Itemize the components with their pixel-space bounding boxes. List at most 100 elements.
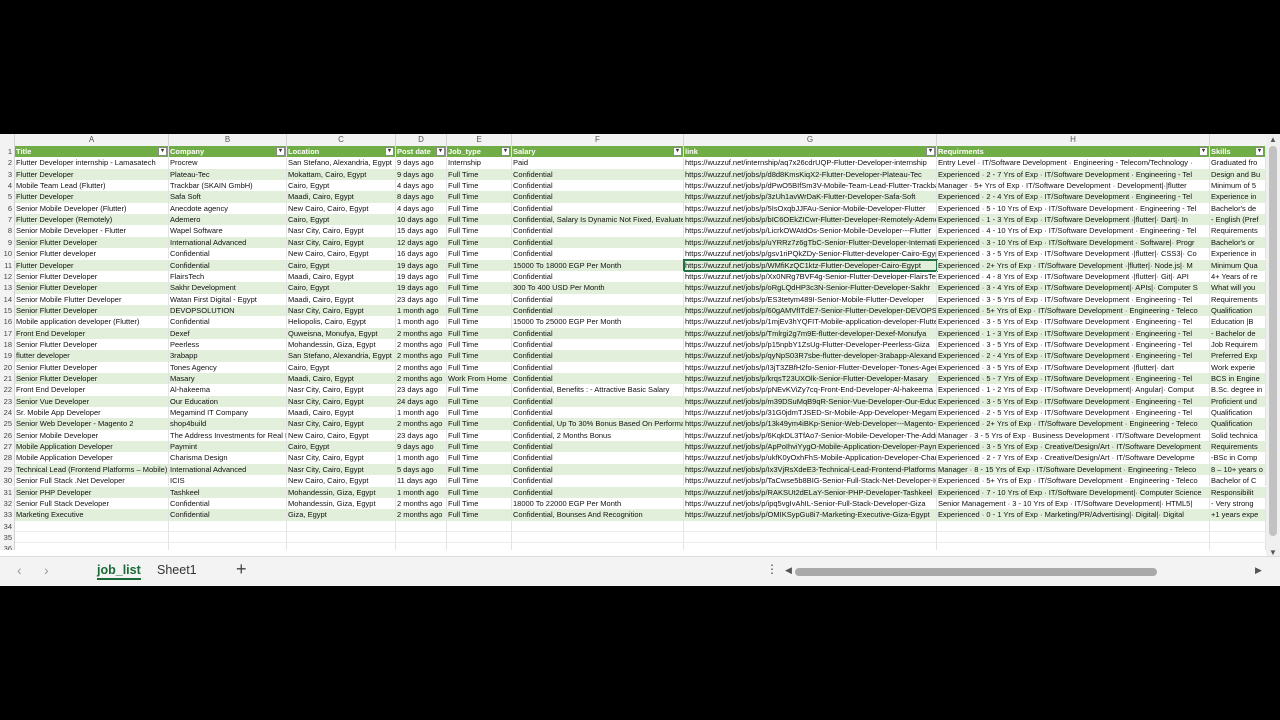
table-cell[interactable]: https://wuzzuf.net/jobs/p/6KqkDL3TfAo7-S… (684, 429, 937, 442)
table-cell[interactable]: Full Time (447, 463, 512, 476)
column-header-cell[interactable]: Post date ▾ (396, 146, 447, 158)
table-cell[interactable]: 19 days ago (396, 282, 447, 294)
table-cell[interactable]: 4+ Years of re (1210, 270, 1266, 283)
table-cell[interactable]: What will you (1210, 282, 1266, 294)
table-cell[interactable]: Senior Flutter Developer (15, 373, 169, 385)
table-cell[interactable]: Confidential (169, 316, 287, 328)
table-cell[interactable]: 18000 To 22000 EGP Per Month (512, 497, 684, 510)
table-cell[interactable]: New Cairo, Cairo, Egypt (287, 429, 396, 442)
table-cell[interactable]: Confidential (512, 202, 684, 215)
table-cell[interactable]: 2 months ago (396, 338, 447, 351)
table-cell[interactable]: Full Time (447, 452, 512, 464)
table-cell[interactable]: Experienced · 4 - 8 Yrs of Exp · IT/Soft… (937, 270, 1210, 283)
table-cell[interactable]: Cairo, Egypt (287, 259, 396, 271)
table-cell[interactable]: Confidential (169, 248, 287, 260)
table-cell[interactable]: Full Time (447, 191, 512, 203)
add-sheet-icon[interactable]: + (236, 559, 247, 580)
table-cell[interactable]: Confidential, Salary Is Dynamic Not Fixe… (512, 214, 684, 226)
table-cell[interactable]: 5 days ago (396, 463, 447, 476)
table-cell[interactable]: Experienced · 3 - 10 Yrs of Exp · IT/Sof… (937, 236, 1210, 249)
table-cell[interactable]: Solid technica (1210, 429, 1266, 442)
table-cell[interactable]: +1 years expe (1210, 509, 1266, 521)
table-cell[interactable]: https://wuzzuf.net/internship/aq7x26cdrU… (684, 157, 937, 169)
table-cell[interactable]: Procrew (169, 157, 287, 169)
table-cell[interactable]: Full Time (447, 497, 512, 510)
table-cell[interactable]: Confidential (512, 463, 684, 476)
table-cell[interactable]: Sr. Mobile App Developer (15, 407, 169, 419)
table-cell[interactable]: 300 To 400 USD Per Month (512, 282, 684, 294)
table-cell[interactable]: Experienced · 2 - 4 Yrs of Exp · IT/Soft… (937, 191, 1210, 203)
table-cell[interactable]: Senior Mobile Developer (Flutter) (15, 202, 169, 215)
table-cell[interactable]: Mohandessin, Giza, Egypt (287, 497, 396, 510)
table-cell[interactable]: Full Time (447, 316, 512, 328)
table-cell[interactable]: Maadi, Cairo, Egypt (287, 270, 396, 283)
table-cell[interactable]: flutter developer (15, 350, 169, 362)
table-cell[interactable] (937, 543, 1210, 550)
table-cell[interactable]: 2 months ago (396, 418, 447, 430)
table-cell[interactable]: International Advanced (169, 463, 287, 476)
table-cell[interactable]: Full Time (447, 293, 512, 305)
table-cell[interactable]: Experience in (1210, 248, 1266, 260)
table-cell[interactable]: Experienced · 1 - 3 Yrs of Exp · IT/Soft… (937, 327, 1210, 339)
table-cell[interactable]: 8 days ago (396, 191, 447, 203)
table-cell[interactable]: Senior Management · 3 - 10 Yrs of Exp · … (937, 497, 1210, 510)
table-cell[interactable]: Front End Developer (15, 384, 169, 396)
table-cell[interactable]: -BSc in Comp (1210, 452, 1266, 464)
table-cell[interactable]: Preferred Exp (1210, 350, 1266, 362)
table-cell[interactable]: Work experie (1210, 361, 1266, 373)
row-number[interactable]: 1 (0, 146, 15, 158)
table-cell[interactable]: 1 month ago (396, 316, 447, 328)
table-cell[interactable]: Confidential (512, 180, 684, 192)
row-number[interactable]: 19 (0, 350, 15, 362)
table-cell[interactable]: Full Time (447, 407, 512, 419)
table-cell[interactable] (1210, 543, 1266, 550)
table-cell[interactable]: 1 month ago (396, 407, 447, 419)
table-cell[interactable] (512, 543, 684, 550)
table-cell[interactable]: https://wuzzuf.net/jobs/p/ipq5vgIvAhIL-S… (684, 497, 937, 510)
table-cell[interactable]: Dexef (169, 327, 287, 339)
table-cell[interactable]: San Stefano, Alexandria, Egypt (287, 157, 396, 169)
table-cell[interactable]: Full Time (447, 384, 512, 396)
table-cell[interactable]: Confidential (169, 497, 287, 510)
table-cell[interactable]: Experienced · 5 - 7 Yrs of Exp · IT/Soft… (937, 373, 1210, 385)
row-number[interactable]: 7 (0, 214, 15, 226)
row-number[interactable]: 16 (0, 316, 15, 328)
table-cell[interactable]: https://wuzzuf.net/jobs/p/I3jT3ZBfH2fo-S… (684, 361, 937, 373)
table-cell[interactable]: Experienced · 2 - 7 Yrs of Exp · IT/Soft… (937, 168, 1210, 181)
row-number[interactable]: 11 (0, 259, 15, 271)
table-cell[interactable]: Maadi, Cairo, Egypt (287, 191, 396, 203)
table-cell[interactable]: Full Time (447, 429, 512, 442)
table-cell[interactable]: Full Time (447, 282, 512, 294)
table-cell[interactable]: Confidential (512, 168, 684, 181)
row-number[interactable]: 18 (0, 338, 15, 351)
table-cell[interactable]: Paid (512, 157, 684, 169)
table-cell[interactable]: Confidential (512, 225, 684, 237)
table-cell[interactable]: Experienced · 3 - 5 Yrs of Exp · IT/Soft… (937, 316, 1210, 328)
table-cell[interactable]: DEVOPSOLUTION (169, 304, 287, 317)
table-cell[interactable]: Full Time (447, 338, 512, 351)
table-cell[interactable]: Cairo, Egypt (287, 214, 396, 226)
column-header-f[interactable]: F (512, 134, 684, 146)
row-number[interactable]: 27 (0, 441, 15, 453)
row-number[interactable]: 5 (0, 191, 15, 203)
filter-dropdown-icon[interactable]: ▾ (673, 147, 682, 156)
table-cell[interactable]: Sakhr Development (169, 282, 287, 294)
table-cell[interactable] (684, 520, 937, 532)
table-cell[interactable]: Experienced · 4 - 10 Yrs of Exp · IT/Sof… (937, 225, 1210, 237)
table-cell[interactable]: Confidential (169, 259, 287, 271)
table-cell[interactable]: Paymint (169, 441, 287, 453)
filter-dropdown-icon[interactable]: ▾ (276, 147, 285, 156)
column-header-cell[interactable]: Requirments ▾ (937, 146, 1210, 158)
row-number[interactable]: 12 (0, 270, 15, 283)
table-cell[interactable]: https://wuzzuf.net/jobs/p/bIC6OEkZICwr-F… (684, 214, 937, 226)
table-cell[interactable]: Manager · 5+ Yrs of Exp · IT/Software De… (937, 180, 1210, 192)
vertical-scroll-thumb[interactable] (1269, 146, 1277, 536)
table-cell[interactable]: https://wuzzuf.net/jobs/p/LicrkOWAtdOs-S… (684, 225, 937, 237)
table-cell[interactable] (684, 531, 937, 544)
table-cell[interactable]: 1 month ago (396, 452, 447, 464)
table-cell[interactable]: New Cairo, Cairo, Egypt (287, 202, 396, 215)
table-cell[interactable]: https://wuzzuf.net/jobs/p/gsv1riPQkZDy-S… (684, 248, 937, 260)
table-cell[interactable]: 9 days ago (396, 168, 447, 181)
table-cell[interactable]: Full Time (447, 418, 512, 430)
row-number[interactable]: 15 (0, 304, 15, 317)
